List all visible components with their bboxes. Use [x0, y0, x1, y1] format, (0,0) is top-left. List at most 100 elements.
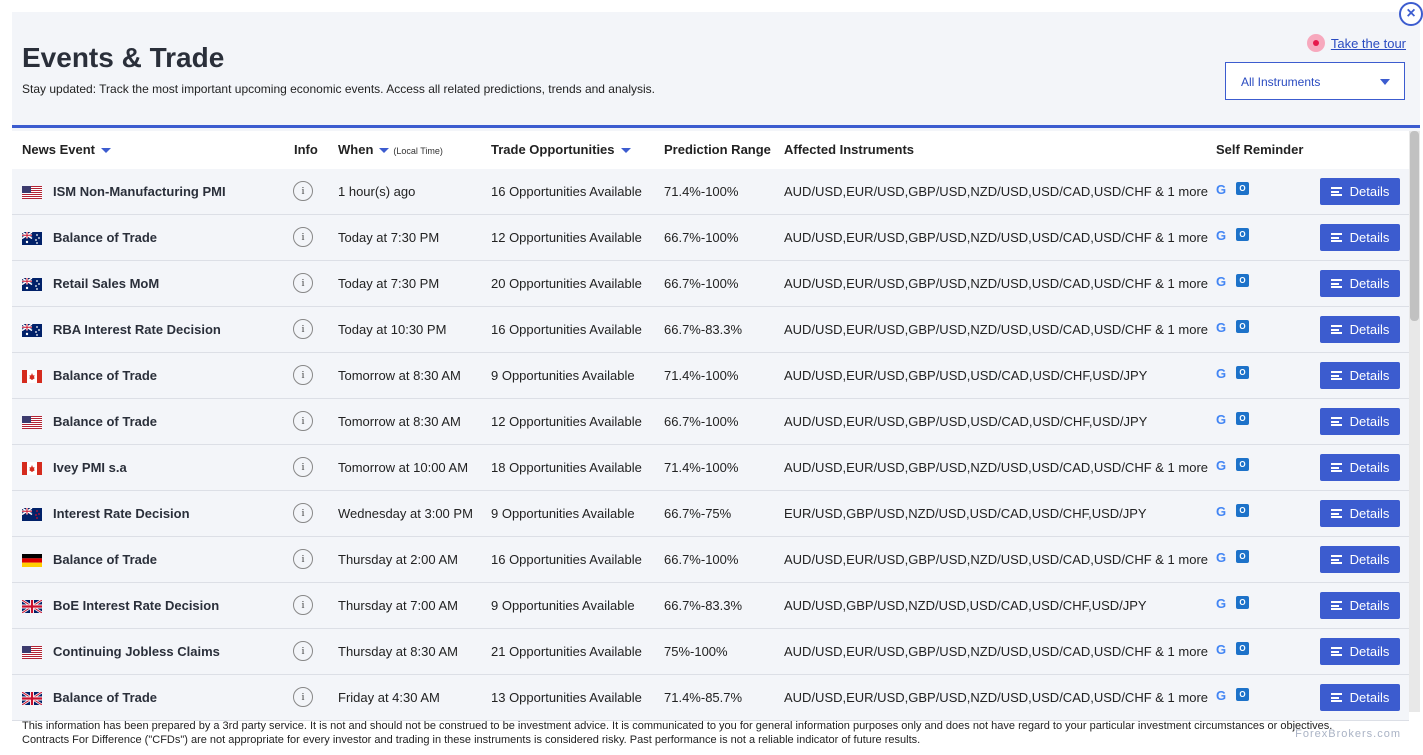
details-button[interactable]: Details: [1320, 270, 1400, 297]
info-icon[interactable]: i: [293, 595, 313, 615]
details-list-icon: [1330, 187, 1342, 196]
info-icon[interactable]: i: [293, 319, 313, 339]
event-name[interactable]: Balance of Trade: [53, 414, 157, 429]
events-table: News Event Info When (Local Time) Trade O…: [12, 131, 1409, 721]
disclaimer-line-1: This information has been prepared by a …: [22, 720, 1333, 732]
info-icon[interactable]: i: [293, 641, 313, 661]
google-calendar-icon[interactable]: G: [1216, 642, 1226, 657]
instruments-dropdown[interactable]: All Instruments: [1225, 62, 1405, 100]
google-calendar-icon[interactable]: G: [1216, 412, 1226, 427]
event-opportunities: 16 Opportunities Available: [491, 184, 642, 199]
take-tour[interactable]: Take the tour: [1306, 34, 1406, 52]
details-button[interactable]: Details: [1320, 546, 1400, 573]
outlook-calendar-icon[interactable]: O: [1236, 366, 1249, 379]
details-button[interactable]: Details: [1320, 638, 1400, 665]
event-name[interactable]: Retail Sales MoM: [53, 276, 159, 291]
google-calendar-icon[interactable]: G: [1216, 320, 1226, 335]
col-affected-instruments: Affected Instruments: [784, 142, 915, 157]
event-opportunities: 9 Opportunities Available: [491, 368, 635, 383]
event-when: Thursday at 8:30 AM: [338, 644, 458, 659]
outlook-calendar-icon[interactable]: O: [1236, 274, 1249, 287]
google-calendar-icon[interactable]: G: [1216, 458, 1226, 473]
outlook-calendar-icon[interactable]: O: [1236, 458, 1249, 471]
event-name[interactable]: Ivey PMI s.a: [53, 460, 127, 475]
outlook-calendar-icon[interactable]: O: [1236, 550, 1249, 563]
scrollbar-thumb[interactable]: [1410, 131, 1419, 321]
google-calendar-icon[interactable]: G: [1216, 366, 1226, 381]
caret-down-icon: [1380, 79, 1390, 85]
google-calendar-icon[interactable]: G: [1216, 228, 1226, 243]
table-row: Balance of Trade i Thursday at 2:00 AM 16 O…: [12, 537, 1409, 583]
flag-au-icon: [21, 231, 42, 245]
take-tour-link[interactable]: Take the tour: [1331, 36, 1406, 51]
google-calendar-icon[interactable]: G: [1216, 688, 1226, 703]
event-opportunities: 20 Opportunities Available: [491, 276, 642, 291]
google-calendar-icon[interactable]: G: [1216, 550, 1226, 565]
outlook-calendar-icon[interactable]: O: [1236, 320, 1249, 333]
details-button[interactable]: Details: [1320, 224, 1400, 251]
event-name[interactable]: Balance of Trade: [53, 690, 157, 705]
outlook-calendar-icon[interactable]: O: [1236, 412, 1249, 425]
watermark-logo: ForexBrokers.com: [1295, 728, 1401, 740]
details-label: Details: [1349, 690, 1390, 705]
outlook-calendar-icon[interactable]: O: [1236, 228, 1249, 241]
details-button[interactable]: Details: [1320, 500, 1400, 527]
info-icon[interactable]: i: [293, 273, 313, 293]
details-button[interactable]: Details: [1320, 408, 1400, 435]
flag-ca-icon: [22, 370, 42, 383]
outlook-calendar-icon[interactable]: O: [1236, 688, 1249, 701]
info-icon[interactable]: i: [293, 411, 313, 431]
col-trade-opportunities[interactable]: Trade Opportunities: [491, 142, 631, 157]
google-calendar-icon[interactable]: G: [1216, 596, 1226, 611]
event-when: Thursday at 7:00 AM: [338, 598, 458, 613]
scrollbar[interactable]: [1409, 131, 1420, 712]
details-button[interactable]: Details: [1320, 592, 1400, 619]
details-list-icon: [1330, 509, 1342, 518]
flag-us-icon: [22, 186, 42, 199]
event-when: Wednesday at 3:00 PM: [338, 506, 473, 521]
google-calendar-icon[interactable]: G: [1216, 274, 1226, 289]
google-calendar-icon[interactable]: G: [1216, 504, 1226, 519]
outlook-calendar-icon[interactable]: O: [1236, 504, 1249, 517]
details-button[interactable]: Details: [1320, 454, 1400, 481]
info-icon[interactable]: i: [293, 457, 313, 477]
table-row: Balance of Trade i Friday at 4:30 AM 13 Opp…: [12, 675, 1409, 721]
info-icon[interactable]: i: [293, 227, 313, 247]
col-news-event[interactable]: News Event: [22, 142, 111, 157]
info-icon[interactable]: i: [293, 365, 313, 385]
details-label: Details: [1349, 230, 1390, 245]
event-prediction-range: 66.7%-83.3%: [664, 322, 743, 337]
event-name[interactable]: Interest Rate Decision: [53, 506, 190, 521]
event-name[interactable]: Continuing Jobless Claims: [53, 644, 220, 659]
details-list-icon: [1330, 371, 1342, 380]
info-icon[interactable]: i: [293, 181, 313, 201]
table-row: Balance of Trade i Tomorrow at 8:30 AM 9 Op…: [12, 353, 1409, 399]
close-button[interactable]: ×: [1399, 2, 1423, 26]
event-opportunities: 16 Opportunities Available: [491, 322, 642, 337]
details-button[interactable]: Details: [1320, 178, 1400, 205]
col-when[interactable]: When (Local Time): [338, 142, 443, 157]
event-when: Tomorrow at 8:30 AM: [338, 414, 461, 429]
details-button[interactable]: Details: [1320, 316, 1400, 343]
google-calendar-icon[interactable]: G: [1216, 182, 1226, 197]
event-instruments: AUD/USD,EUR/USD,GBP/USD,USD/CAD,USD/CHF,…: [784, 368, 1148, 383]
event-name[interactable]: Balance of Trade: [53, 230, 157, 245]
info-icon[interactable]: i: [293, 503, 313, 523]
event-name[interactable]: Balance of Trade: [53, 368, 157, 383]
event-instruments: AUD/USD,EUR/USD,GBP/USD,USD/CAD,USD/CHF,…: [784, 414, 1148, 429]
info-icon[interactable]: i: [293, 687, 313, 707]
info-icon[interactable]: i: [293, 549, 313, 569]
details-button[interactable]: Details: [1320, 362, 1400, 389]
event-name[interactable]: RBA Interest Rate Decision: [53, 322, 221, 337]
flag-au-icon: [21, 323, 42, 337]
event-name[interactable]: Balance of Trade: [53, 552, 157, 567]
outlook-calendar-icon[interactable]: O: [1236, 182, 1249, 195]
col-self-reminder: Self Reminder: [1216, 142, 1304, 157]
event-when: Friday at 4:30 AM: [338, 690, 440, 705]
details-button[interactable]: Details: [1320, 684, 1400, 711]
outlook-calendar-icon[interactable]: O: [1236, 596, 1249, 609]
event-name[interactable]: ISM Non-Manufacturing PMI: [53, 184, 226, 199]
details-list-icon: [1330, 693, 1342, 702]
outlook-calendar-icon[interactable]: O: [1236, 642, 1249, 655]
event-name[interactable]: BoE Interest Rate Decision: [53, 598, 219, 613]
